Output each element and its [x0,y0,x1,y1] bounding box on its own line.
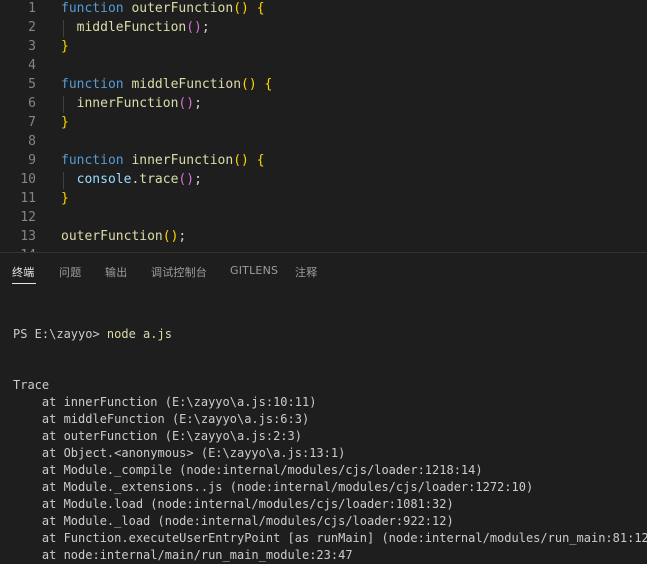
panel-tabs: 终端 问题 输出 调试控制台 GITLENS 注释 [0,253,647,289]
code-line[interactable]: 13 outerFunction(); [0,227,647,246]
code-token: middleFunction [76,20,187,35]
line-number: 10 [20,172,36,187]
code-line[interactable]: 5 function middleFunction() { [0,75,647,94]
code-token: } [61,115,69,130]
terminal-command: node a.js [106,327,172,341]
code-token: ; [194,96,202,111]
code-line[interactable]: 6 innerFunction(); [0,94,647,113]
code-text: function innerFunction() { [61,151,265,170]
code-token: () [162,229,179,244]
terminal-line: at Function.executeUserEntryPoint [as ru… [13,531,647,545]
code-text: middleFunction(); [61,18,210,37]
code-token: function [61,77,124,92]
code-text: } [61,113,69,132]
line-number: 6 [28,96,36,111]
line-number: 1 [28,1,36,16]
code-line[interactable]: 4 [0,56,647,75]
code-line[interactable]: 11} [0,189,647,208]
indent-guide [63,20,64,37]
code-token: middleFunction [131,77,242,92]
code-token: () [178,172,195,187]
code-token: innerFunction [131,153,234,168]
line-number: 8 [28,134,36,149]
terminal-line: at Module._extensions..js (node:internal… [13,480,534,494]
terminal-line: at Object.<anonymous> (E:\zayyo\a.js:13:… [13,446,346,460]
code-token: function [61,1,124,16]
code-text: } [61,37,69,56]
code-token: outerFunction [131,1,234,16]
code-token: } [61,191,69,206]
code-line[interactable]: 8 [0,132,647,151]
code-token: innerFunction [76,96,179,111]
code-text: outerFunction(); [61,227,186,246]
indent-guide [63,96,64,113]
active-tab-indicator [12,283,36,284]
terminal-prompt-line: PS E:\zayyo> node a.js [13,326,643,343]
code-token: () [241,77,257,92]
tab-output[interactable]: 输出 [105,264,127,280]
code-token: () [233,153,249,168]
code-token: ; [194,172,202,187]
terminal-output[interactable]: PS E:\zayyo> node a.js Trace at innerFun… [13,292,647,564]
code-editor[interactable]: 1 function outerFunction() {2 middleFunct… [0,0,647,252]
code-text: console.trace(); [61,170,202,189]
code-line[interactable]: 12 [0,208,647,227]
code-line[interactable]: 9 function innerFunction() { [0,151,647,170]
code-token: { [256,1,265,16]
code-token: { [264,77,273,92]
bottom-panel: 终端 问题 输出 调试控制台 GITLENS 注释 PS E:\zayyo> n… [0,253,647,562]
code-token: () [233,1,249,16]
code-line[interactable]: 2 middleFunction(); [0,18,647,37]
code-token: () [178,96,195,111]
terminal-line: at node:internal/main/run_main_module:23… [13,548,353,562]
code-text: innerFunction(); [61,94,202,113]
code-line[interactable]: 7} [0,113,647,132]
tab-debug-console[interactable]: 调试控制台 [151,264,207,280]
code-token: outerFunction [61,229,163,244]
line-number: 7 [28,115,36,130]
code-text: } [61,189,69,208]
code-line[interactable]: 10 console.trace(); [0,170,647,189]
indent-guide [63,172,64,189]
tab-comments[interactable]: 注释 [295,264,317,280]
code-line[interactable]: 3} [0,37,647,56]
terminal-line: at middleFunction (E:\zayyo\a.js:6:3) [13,412,310,426]
terminal-prompt: PS E:\zayyo> [13,327,107,341]
code-line[interactable]: 1 function outerFunction() { [0,0,647,18]
line-number: 3 [28,39,36,54]
line-number: 13 [20,229,36,244]
line-number: 11 [20,191,36,206]
line-number: 2 [28,20,36,35]
tab-terminal[interactable]: 终端 [12,264,34,280]
code-token: ; [201,20,210,35]
terminal-line: at outerFunction (E:\zayyo\a.js:2:3) [13,429,302,443]
line-number: 4 [28,58,36,73]
code-token: } [61,39,69,54]
code-token: trace [139,172,179,187]
code-text: function outerFunction() { [61,0,265,18]
code-token: console [76,172,132,187]
terminal-line: at innerFunction (E:\zayyo\a.js:10:11) [13,395,317,409]
line-number: 12 [20,210,36,225]
code-token: { [256,153,265,168]
tab-gitlens[interactable]: GITLENS [230,264,278,277]
line-number: 9 [28,153,36,168]
code-token: ; [178,229,187,244]
code-token: () [186,20,202,35]
code-text: function middleFunction() { [61,75,272,94]
terminal-line: at Module.load (node:internal/modules/cj… [13,497,454,511]
tab-problems[interactable]: 问题 [59,264,81,280]
terminal-line: Trace [13,378,50,392]
terminal-line: at Module._load (node:internal/modules/c… [13,514,454,528]
code-token: function [61,153,124,168]
line-number: 5 [28,77,36,92]
terminal-line: at Module._compile (node:internal/module… [13,463,483,477]
